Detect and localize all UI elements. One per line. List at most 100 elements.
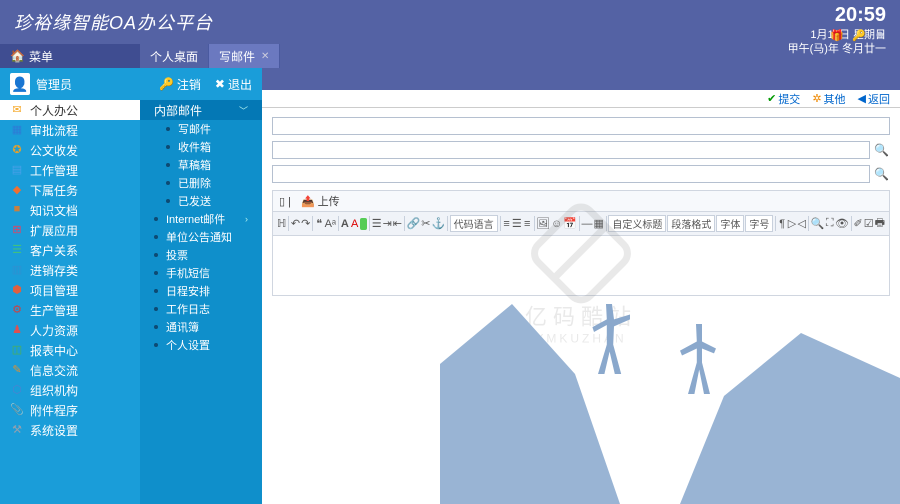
header-bar: 珍裕缘智能OA办公平台 20:59 1月11日 星期日 甲午(马)年 冬月廿一 … [0,0,900,44]
flyout-sub-4[interactable]: 已发送 [140,192,262,210]
attachment-slot[interactable]: ▯ | [279,195,291,208]
fullscreen-icon[interactable]: ⛶ [825,215,834,232]
submit-button[interactable]: ✔提交 [767,91,800,107]
align-right-icon[interactable]: ≡ [523,215,532,232]
indent-icon[interactable]: ⇥ [383,215,392,232]
content-area: ✔提交 ✲其他 ◀返回 🔍 🔍 ▯ | 📤上传 ℍ ↶ ↷ ❝ Aᵃ A A ☰… [262,68,900,504]
undo-icon[interactable]: ↶ [291,215,300,232]
tab-personal-desktop[interactable]: 个人桌面 [140,44,209,68]
bgcolor-icon[interactable] [360,218,367,230]
search-icon[interactable]: 🔍 [874,167,890,181]
hr-icon[interactable]: — [581,215,592,232]
bold-icon[interactable]: A [341,215,350,232]
nav-icon: ✎ [10,363,24,377]
flyout-item-2[interactable]: 投票 [140,246,262,264]
flyout-section-internal-mail[interactable]: 内部邮件 ﹀ [140,100,262,120]
codelang-select[interactable]: 代码语言 [450,215,498,232]
anchor-icon[interactable]: ⚓ [431,215,445,232]
source-icon[interactable]: ℍ [277,215,286,232]
sidebar-item-6[interactable]: ⊞扩展应用 [0,220,140,240]
sidebar-item-9[interactable]: ⬢项目管理 [0,280,140,300]
fontsize-select[interactable]: 字号 [745,215,773,232]
flyout-item-0[interactable]: Internet邮件› [140,210,262,228]
bullet-icon [154,289,158,293]
sidebar-item-7[interactable]: ☰客户关系 [0,240,140,260]
flyout-item-6[interactable]: 通讯簿 [140,318,262,336]
sidebar-item-4[interactable]: ◆下属任务 [0,180,140,200]
sidebar-item-11[interactable]: ♟人力资源 [0,320,140,340]
flyout-item-7[interactable]: 个人设置 [140,336,262,354]
flyout-item-1[interactable]: 单位公告通知 [140,228,262,246]
sidebar-item-16[interactable]: ⚒系统设置 [0,420,140,440]
sidebar-item-15[interactable]: 📎附件程序 [0,400,140,420]
nav-icon: ✪ [10,143,24,157]
close-icon[interactable]: ✕ [261,51,269,62]
other-button[interactable]: ✲其他 [812,91,845,107]
tab-compose-mail[interactable]: 写邮件 ✕ [209,44,280,68]
preview-icon[interactable]: 👁 [835,215,849,232]
sidebar-item-3[interactable]: ▤工作管理 [0,160,140,180]
redo-icon[interactable]: ↷ [301,215,310,232]
menu-button[interactable]: 🏠 菜单 [0,44,140,68]
power-icon: ✖ [215,77,225,91]
font-select[interactable]: 字体 [716,215,744,232]
bullet-icon [154,217,158,221]
sidebar-user[interactable]: 👤 管理员 [0,68,140,100]
nav-icon: ◆ [10,183,24,197]
user-circle-icon[interactable]: ☻ [874,29,886,41]
list-icon[interactable]: ☰ [372,215,382,232]
align-left-icon[interactable]: ≡ [502,215,511,232]
custom-title-select[interactable]: 自定义标题 [608,215,666,232]
bullet-icon [154,325,158,329]
sidebar-item-8[interactable]: ▥进销存类 [0,260,140,280]
recipient-input[interactable] [272,117,890,135]
image-icon[interactable]: 🖼 [536,215,550,232]
upload-button[interactable]: 📤上传 [301,193,340,209]
editor-body[interactable] [272,236,890,296]
sidebar-item-1[interactable]: ▦审批流程 [0,120,140,140]
back-button[interactable]: ◀返回 [858,91,890,107]
flyout-sub-3[interactable]: 已删除 [140,174,262,192]
para2-icon[interactable]: ▷ [788,215,797,232]
para-format-select[interactable]: 段落格式 [667,215,715,232]
para3-icon[interactable]: ◁ [797,215,806,232]
flyout-item-3[interactable]: 手机短信 [140,264,262,282]
date-icon[interactable]: 📅 [563,215,577,232]
logout-button[interactable]: 🔑注销 [159,76,201,93]
eraser-icon[interactable]: ✐ [854,215,863,232]
fontcase-icon[interactable]: Aᵃ [325,215,336,232]
sidebar-item-5[interactable]: ■知识文档 [0,200,140,220]
fontcolor-icon[interactable]: A [350,215,359,232]
flyout-sub-2[interactable]: 草稿箱 [140,156,262,174]
search-icon[interactable]: 🔍 [874,143,890,157]
gift-icon[interactable]: 🎁 [830,29,842,41]
bullet-icon [166,145,170,149]
sidebar-item-12[interactable]: ◫报表中心 [0,340,140,360]
outdent-icon[interactable]: ⇤ [393,215,402,232]
key-icon[interactable]: 🔑 [852,29,864,41]
flyout-item-5[interactable]: 工作日志 [140,300,262,318]
subject-input[interactable] [272,141,870,159]
flyout-sub-1[interactable]: 收件箱 [140,138,262,156]
para1-icon[interactable]: ¶ [778,215,787,232]
sidebar-item-13[interactable]: ✎信息交流 [0,360,140,380]
quote-icon[interactable]: ❝ [315,215,324,232]
exit-button[interactable]: ✖退出 [215,76,252,93]
table-icon[interactable]: ▦ [593,215,603,232]
sidebar-item-10[interactable]: ⚙生产管理 [0,300,140,320]
cc-input[interactable] [272,165,870,183]
link-icon[interactable]: 🔗 [407,215,421,232]
align-center-icon[interactable]: ☰ [512,215,522,232]
clock-time: 20:59 [788,2,886,28]
unlink-icon[interactable]: ✂ [421,215,430,232]
home-icon: 🏠 [10,49,25,63]
print-icon[interactable]: 🖶 [875,215,885,232]
sidebar-item-14[interactable]: ⬡组织机构 [0,380,140,400]
flyout-item-4[interactable]: 日程安排 [140,282,262,300]
flyout-sub-0[interactable]: 写邮件 [140,120,262,138]
find-icon[interactable]: 🔍 [811,215,825,232]
emoji-icon[interactable]: ☺ [551,215,562,232]
sidebar-item-2[interactable]: ✪公文收发 [0,140,140,160]
select-all-icon[interactable]: ☑ [864,215,874,232]
sidebar-item-0[interactable]: ✉个人办公 [0,100,140,120]
